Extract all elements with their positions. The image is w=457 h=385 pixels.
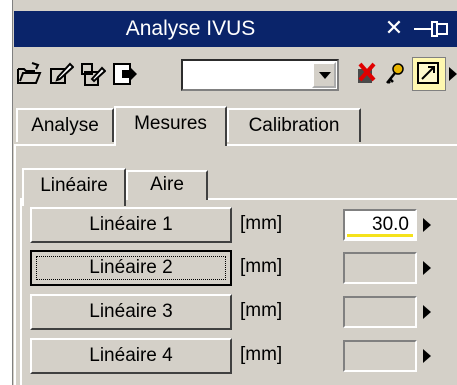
analysis-window: Analyse IVUS ✕ Analyse Mesures Calibrati… xyxy=(0,0,457,385)
main-tabs: Analyse Mesures Calibration xyxy=(14,106,457,146)
key-icon[interactable] xyxy=(382,61,408,87)
lineaire-2-arrow-icon[interactable] xyxy=(423,261,431,275)
close-icon[interactable]: ✕ xyxy=(381,12,407,44)
measure-row-2: Linéaire 2 [mm] xyxy=(30,250,457,286)
lineaire-2-value[interactable] xyxy=(343,252,417,284)
toolbar-combo[interactable] xyxy=(181,59,339,91)
folder-open-icon[interactable] xyxy=(16,61,42,87)
subtab-lineaire[interactable]: Linéaire xyxy=(22,168,126,206)
lineaire-2-button[interactable]: Linéaire 2 xyxy=(30,250,232,286)
measure-row-1: Linéaire 1 [mm] 30.0 xyxy=(30,207,457,243)
lineaire-3-label: Linéaire 3 xyxy=(89,301,173,322)
measure-row-3: Linéaire 3 [mm] xyxy=(30,294,457,330)
lineaire-3-value[interactable] xyxy=(343,296,417,328)
window-left-edge xyxy=(0,0,13,385)
chevron-down-icon[interactable] xyxy=(312,62,336,88)
lineaire-1-unit: [mm] xyxy=(240,213,283,234)
delete-red-icon[interactable] xyxy=(352,61,378,87)
lineaire-4-arrow-icon[interactable] xyxy=(423,349,431,363)
edit-icon[interactable] xyxy=(48,61,75,87)
more-arrow-icon[interactable] xyxy=(449,67,457,93)
edit-copy-icon[interactable] xyxy=(80,61,107,87)
sub-tabs: Linéaire Aire xyxy=(20,164,457,206)
export-icon[interactable] xyxy=(112,61,138,87)
lineaire-1-arrow-icon[interactable] xyxy=(423,218,431,232)
lineaire-1-label: Linéaire 1 xyxy=(89,214,173,235)
measure-row-4: Linéaire 4 [mm] xyxy=(30,338,457,374)
lineaire-4-unit: [mm] xyxy=(240,344,283,365)
lineaire-4-value[interactable] xyxy=(343,340,417,372)
tab-calibration[interactable]: Calibration xyxy=(227,108,361,142)
subtab-aire[interactable]: Aire xyxy=(126,170,208,200)
title-bar[interactable]: Analyse IVUS ✕ xyxy=(14,11,457,47)
tab-analyse[interactable]: Analyse xyxy=(16,108,114,142)
lineaire-1-button[interactable]: Linéaire 1 xyxy=(30,207,232,243)
window-title: Analyse IVUS xyxy=(125,17,256,40)
lineaire-2-label: Linéaire 2 xyxy=(89,257,173,278)
zoom-box-icon[interactable] xyxy=(412,57,446,91)
lineaire-3-arrow-icon[interactable] xyxy=(423,305,431,319)
lineaire-4-button[interactable]: Linéaire 4 xyxy=(30,338,232,374)
lineaire-1-value[interactable]: 30.0 xyxy=(343,209,417,241)
toolbar xyxy=(14,49,457,97)
lineaire-3-button[interactable]: Linéaire 3 xyxy=(30,294,232,330)
lineaire-3-unit: [mm] xyxy=(240,300,283,321)
lineaire-2-unit: [mm] xyxy=(240,256,283,277)
tab-mesures[interactable]: Mesures xyxy=(114,106,227,146)
lineaire-4-label: Linéaire 4 xyxy=(89,345,173,366)
pin-icon[interactable] xyxy=(412,19,450,39)
